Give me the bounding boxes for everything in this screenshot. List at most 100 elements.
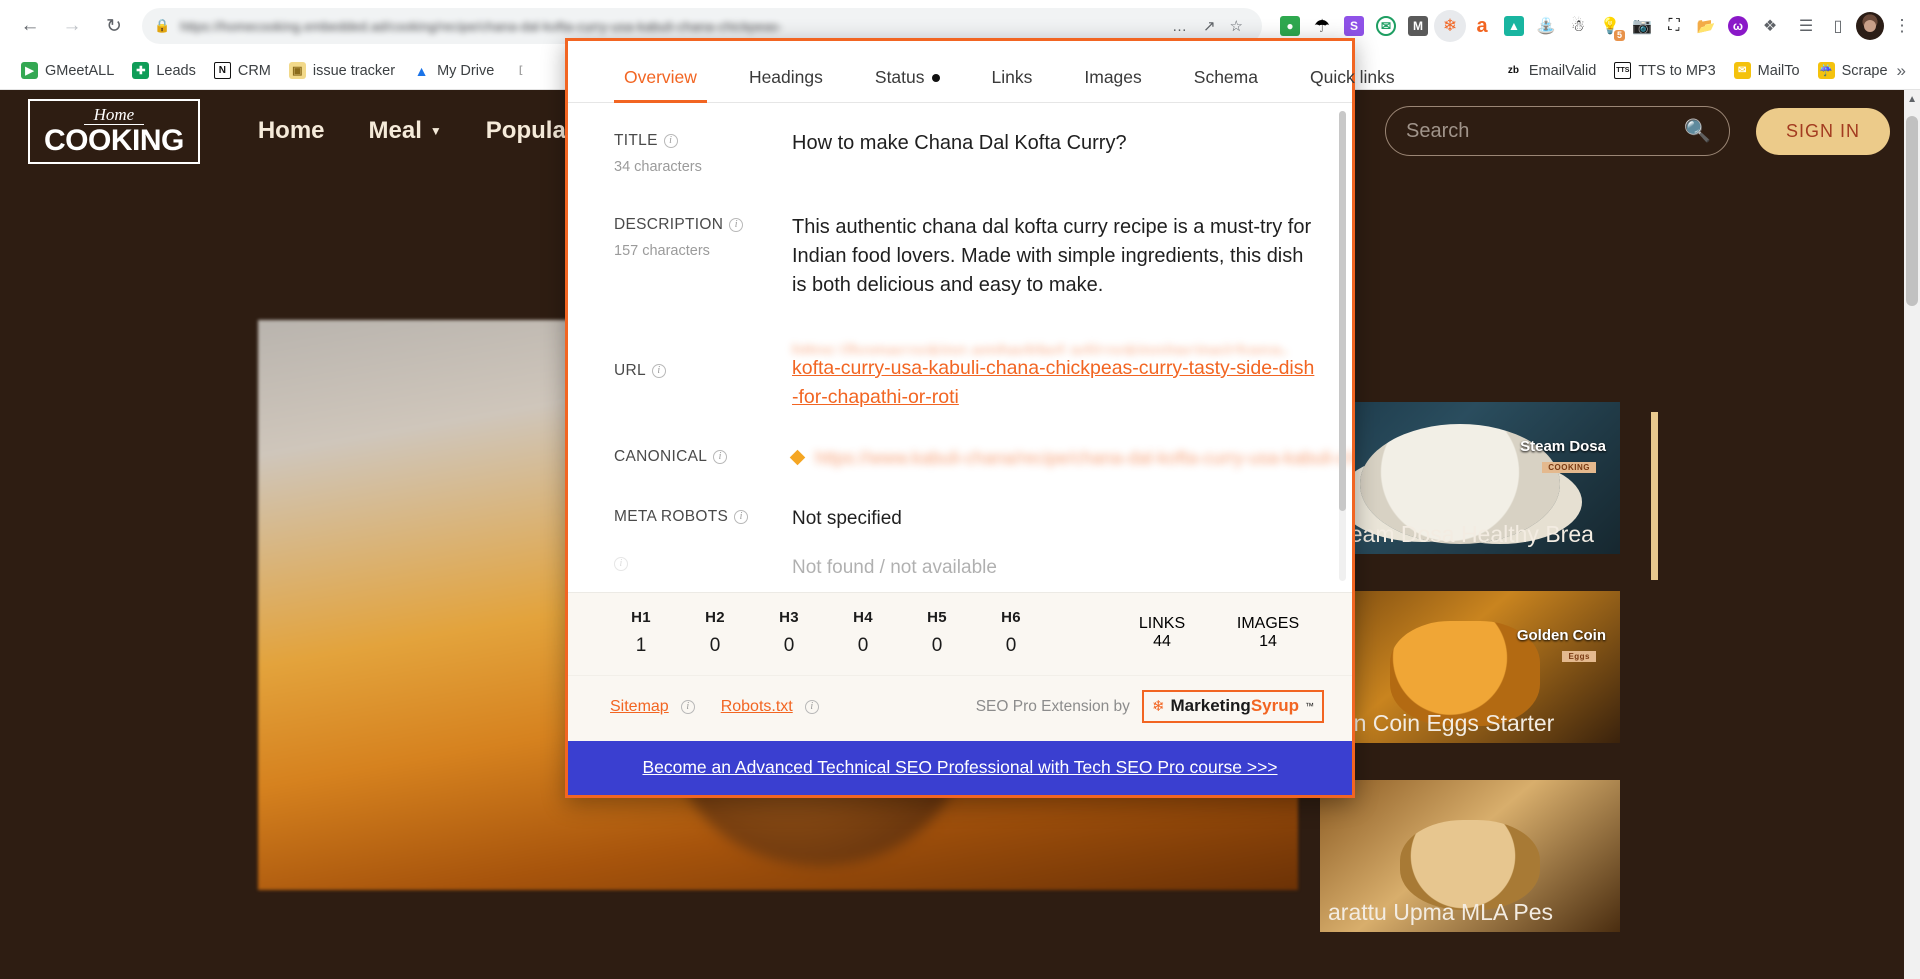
bookmark-gmeetall[interactable]: ▶ GMeetALL [12,58,123,83]
robots-txt-link[interactable]: Robots.txt [721,698,793,716]
tab-schema[interactable]: Schema [1168,67,1284,102]
bookmark-label: MailTo [1757,62,1800,79]
search-icon[interactable]: 🔍 [1684,118,1711,144]
scrollbar-thumb[interactable] [1906,116,1918,306]
panel-footer: Sitemap i Robots.txt i SEO Pro Extension… [568,675,1352,741]
puzzle-extensions-menu-icon[interactable]: ❖ [1754,10,1786,42]
info-icon[interactable]: i [804,699,819,714]
gmeet-icon: ▶ [21,62,38,79]
tab-links[interactable]: Links [966,67,1059,102]
scroll-up-arrow-icon[interactable]: ▲ [1907,94,1917,105]
back-arrow-icon[interactable]: ← [10,6,50,46]
search-input[interactable] [1403,118,1684,144]
canonical-url-blurred: https://www.kabuli-chana/recipe/chana-da… [815,447,1352,468]
info-icon[interactable]: i [614,557,628,572]
stat-h2: H2 0 [684,609,746,657]
bookmark-hidden-partial[interactable]: [ [503,58,538,83]
info-icon[interactable]: i [651,364,666,378]
info-icon[interactable]: i [734,509,749,524]
field-value-description: This authentic chana dal kofta curry rec… [792,216,1312,296]
avatar[interactable] [1854,10,1886,42]
tab-images[interactable]: Images [1058,67,1167,102]
recipe-card[interactable]: arattu Upma MLA Pes [1320,780,1620,932]
kebab-menu-icon[interactable]: ⋮ [1886,10,1918,42]
field-label-group: TITLE i 34 characters [614,129,792,175]
bookmark-tts-to-mp3[interactable]: TTS TTS to MP3 [1605,58,1724,83]
logo-home-text: Home [83,106,145,125]
bookmark-mailto[interactable]: ✉ MailTo [1725,58,1809,83]
stat-value: 0 [857,635,869,656]
nav-item-home[interactable]: Home [258,117,325,145]
spy-extension-icon[interactable]: ☃ [1562,10,1594,42]
wappalyzer-extension-icon[interactable]: ω [1722,10,1754,42]
ahrefs-extension-icon[interactable]: a [1466,10,1498,42]
tab-label: Headings [748,67,823,87]
brand-name-first: Marketing [1170,696,1251,715]
tab-headings[interactable]: Headings [723,67,849,102]
shield-extension-icon[interactable]: ▲ [1498,10,1530,42]
promo-banner-link[interactable]: Become an Advanced Technical SEO Profess… [642,757,1277,777]
url-link[interactable]: kofta-curry-usa-kabuli-chana-chickpeas-c… [792,357,1314,408]
card-tag: Golden Coin [1516,627,1606,644]
nav-label: Meal [368,117,422,144]
stat-h3: H3 0 [758,609,820,657]
tab-quick-links[interactable]: Quick links [1284,67,1421,102]
promo-banner[interactable]: Become an Advanced Technical SEO Profess… [568,741,1352,795]
reload-arrow-icon[interactable]: ↻ [94,6,134,46]
recipe-card[interactable]: Steam Dosa COOKING Steam Dosa Healthy Br… [1320,402,1620,554]
tab-status[interactable]: Status [849,67,966,102]
sitemap-link[interactable]: Sitemap [610,698,669,716]
site-logo[interactable]: Home COOKING [28,98,200,164]
field-label-text: META ROBOTS [614,507,729,525]
stat-label: H5 [927,609,947,626]
field-value-meta-robots: Not specified [792,507,902,529]
reading-list-icon[interactable]: ☰ [1790,10,1822,42]
stat-label: H3 [779,609,799,626]
marketingsyrup-logo[interactable]: ❄ MarketingSyrup ™ [1141,690,1324,723]
mailcheck-extension-icon[interactable]: ✉ [1370,10,1402,42]
bookmarks-overflow-icon[interactable]: » [1897,61,1906,81]
bookmark-my-drive[interactable]: ▲ My Drive [404,58,503,83]
nav-label: Popular [485,117,576,144]
star-icon[interactable]: ☆ [1223,17,1250,35]
bookmark-label: Scrape [1841,62,1888,79]
bookmark-emailvalid[interactable]: zb EmailValid [1496,58,1605,83]
screenshot-extension-icon[interactable]: 📷 [1626,10,1658,42]
bookmark-label: CRM [237,62,271,79]
tab-overview[interactable]: Overview [598,67,723,103]
idea-extension-icon[interactable]: 💡 5 [1594,10,1626,42]
side-panel-icon[interactable]: ▯ [1822,10,1854,42]
clear-cache-extension-icon[interactable]: 📂 [1690,10,1722,42]
lighthouse-extension-icon[interactable]: ⛲ [1530,10,1562,42]
panel-scrollbar-thumb[interactable] [1339,111,1346,511]
nav-item-meal[interactable]: Meal ▼ [369,117,442,145]
stat-value: 0 [931,635,943,656]
sheets-icon: ✚ [132,62,150,79]
sign-in-button[interactable]: SIGN IN [1755,107,1890,155]
omnibox-overflow-icon[interactable]: … [1164,18,1196,35]
seo-pro-extension-icon[interactable]: ❄ [1434,10,1466,42]
bookmark-scrape[interactable]: ☔ Scrape [1809,58,1897,83]
nav-label: Home [257,117,325,144]
info-icon[interactable]: i [680,699,695,714]
bookmark-issue-tracker[interactable]: ▣ issue tracker [280,58,404,83]
field-label-text: URL [614,362,646,379]
info-icon[interactable]: i [713,449,728,464]
card-badge: Eggs [1562,651,1596,662]
info-icon[interactable]: i [663,134,678,148]
links-images-group: LINKS 44 IMAGES 14 [1126,615,1304,651]
forward-arrow-icon[interactable]: → [52,6,92,46]
site-search-box[interactable]: 🔍 [1384,106,1730,156]
recipe-card[interactable]: Golden Coin Eggs den Coin Eggs Starter [1320,591,1620,743]
share-icon[interactable]: ↗ [1196,17,1223,35]
zerobounce-icon: zb [1504,62,1522,79]
info-icon[interactable]: i [729,218,744,232]
mailtrack-extension-icon[interactable]: M [1402,10,1434,42]
stat-label: H2 [705,609,725,626]
crop-capture-extension-icon[interactable]: ⛶ [1658,10,1690,42]
field-label-group: META ROBOTS i [614,505,792,533]
bookmark-leads[interactable]: ✚ Leads [123,58,205,83]
page-scrollbar[interactable]: ▲ [1904,90,1920,979]
bookmark-crm[interactable]: N CRM [205,58,280,83]
field-value-title: How to make Chana Dal Kofta Curry? [792,132,1127,154]
